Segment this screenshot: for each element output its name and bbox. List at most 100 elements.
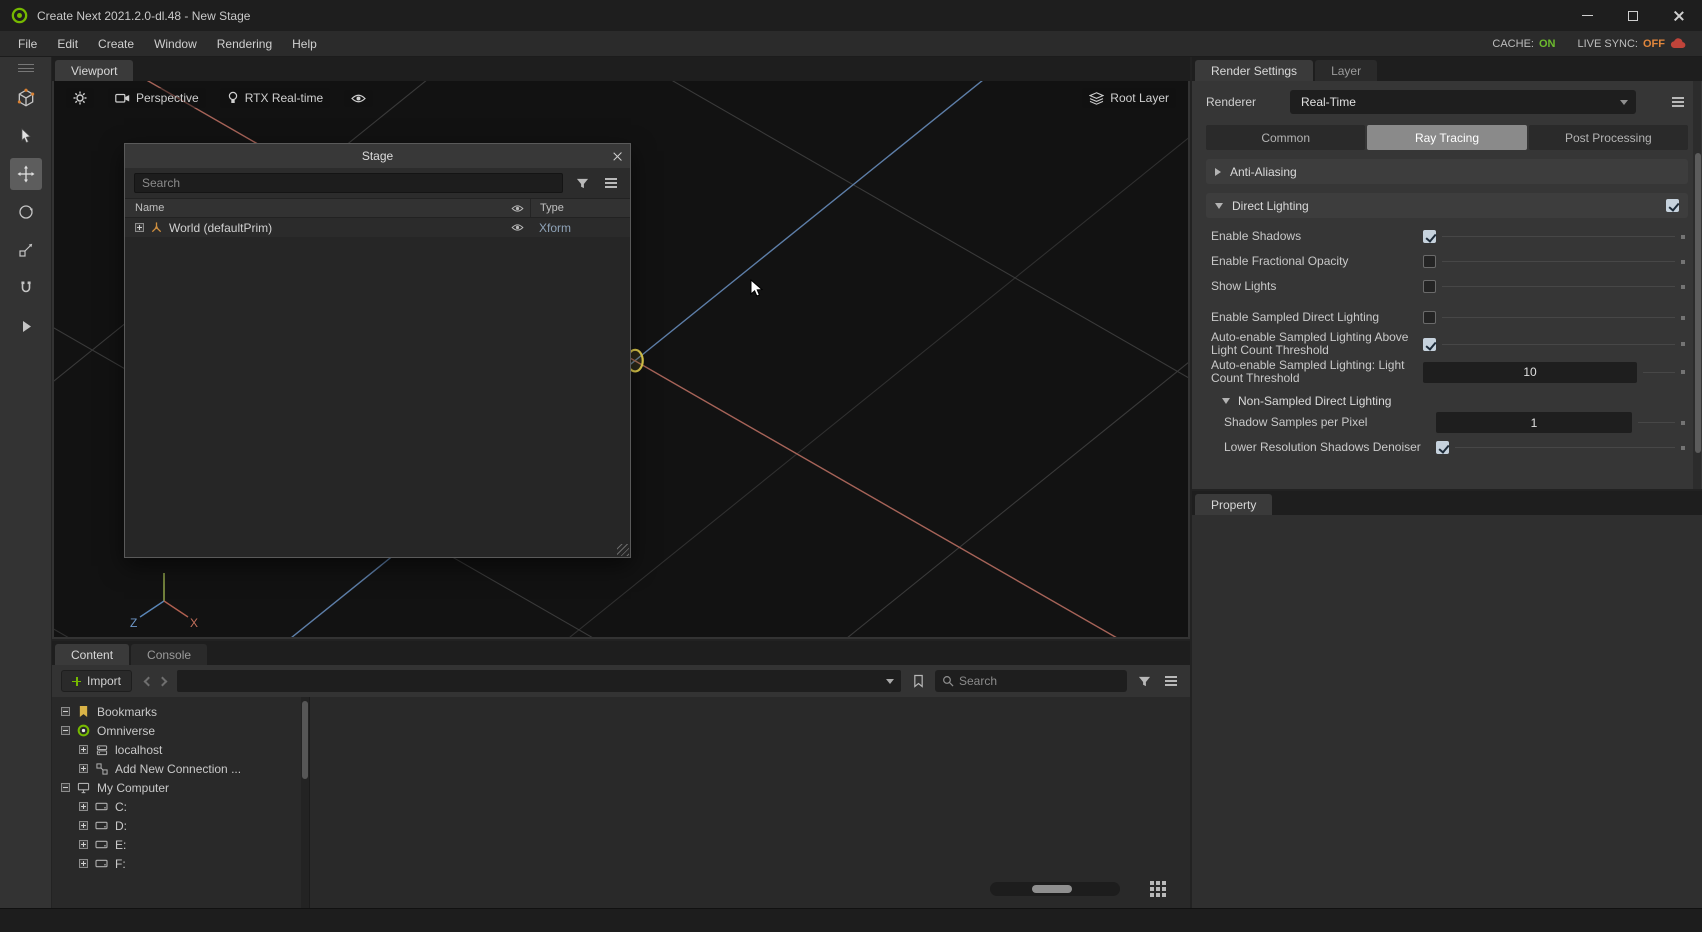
tab-post-processing[interactable]: Post Processing <box>1529 125 1688 150</box>
column-name[interactable]: Name <box>125 202 504 214</box>
tree-item-add-new-connection[interactable]: Add New Connection ... <box>52 759 301 778</box>
reset-indicator[interactable] <box>1681 285 1685 289</box>
tab-layer[interactable]: Layer <box>1315 60 1377 81</box>
import-button[interactable]: Import <box>61 670 132 692</box>
tab-viewport[interactable]: Viewport <box>55 60 133 81</box>
tab-common[interactable]: Common <box>1206 125 1365 150</box>
tree-scrollbar[interactable] <box>301 697 309 908</box>
tree-item-drive-f[interactable]: F: <box>52 854 301 873</box>
content-filter-button[interactable] <box>1134 671 1154 691</box>
tab-console[interactable]: Console <box>131 644 207 665</box>
path-dropdown-arrow[interactable] <box>886 679 894 684</box>
scale-tool-button[interactable] <box>10 234 42 266</box>
reset-indicator[interactable] <box>1681 446 1685 450</box>
play-button[interactable] <box>10 310 42 342</box>
expand-toggle[interactable] <box>79 802 88 811</box>
viewport-settings-button[interactable] <box>66 88 94 108</box>
reset-indicator[interactable] <box>1681 235 1685 239</box>
expand-toggle[interactable] <box>79 821 88 830</box>
expand-toggle[interactable] <box>79 764 88 773</box>
scrollbar-thumb[interactable] <box>1695 153 1701 453</box>
expand-toggle[interactable] <box>135 223 144 232</box>
tab-render-settings[interactable]: Render Settings <box>1195 60 1313 81</box>
back-button[interactable] <box>144 676 154 686</box>
visibility-button[interactable] <box>344 90 373 107</box>
path-bar[interactable] <box>177 670 901 692</box>
auto-enable-sampled-lighting-checkbox[interactable] <box>1423 338 1436 351</box>
enable-fractional-opacity-checkbox[interactable] <box>1423 255 1436 268</box>
stage-resize-grip[interactable] <box>617 544 629 556</box>
scrollbar-thumb[interactable] <box>302 701 308 779</box>
menu-edit[interactable]: Edit <box>47 37 88 51</box>
reset-indicator[interactable] <box>1681 370 1685 374</box>
column-visibility[interactable] <box>504 204 530 213</box>
expand-toggle[interactable] <box>79 859 88 868</box>
tab-content[interactable]: Content <box>55 644 129 665</box>
render-mode-dropdown[interactable]: RTX Real-time <box>220 88 330 108</box>
live-sync-status[interactable]: LIVE SYNC: OFF <box>1577 38 1686 50</box>
viewport-canvas[interactable]: Perspective RTX Real-time <box>54 81 1188 637</box>
bookmark-button[interactable] <box>908 671 928 691</box>
shadow-samples-field[interactable]: 1 <box>1436 412 1632 433</box>
reset-indicator[interactable] <box>1681 260 1685 264</box>
expand-toggle[interactable] <box>79 840 88 849</box>
cursor-tool-button[interactable] <box>10 120 42 152</box>
stage-row-world[interactable]: World (defaultPrim) Xform <box>125 218 630 237</box>
forward-button[interactable] <box>158 676 168 686</box>
reset-indicator[interactable] <box>1681 316 1685 320</box>
menu-window[interactable]: Window <box>144 37 207 51</box>
content-options-button[interactable] <box>1161 671 1181 691</box>
move-tool-button[interactable] <box>10 158 42 190</box>
tree-item-omniverse[interactable]: Omniverse <box>52 721 301 740</box>
enable-sampled-direct-lighting-checkbox[interactable] <box>1423 311 1436 324</box>
close-button[interactable] <box>1656 0 1702 31</box>
tree-item-drive-e[interactable]: E: <box>52 835 301 854</box>
slider-thumb[interactable] <box>1032 885 1072 893</box>
tree-item-localhost[interactable]: localhost <box>52 740 301 759</box>
stage-titlebar[interactable]: Stage <box>125 144 630 168</box>
maximize-button[interactable] <box>1610 0 1656 31</box>
content-search[interactable] <box>935 670 1127 692</box>
reset-indicator[interactable] <box>1681 342 1685 346</box>
tree-item-drive-c[interactable]: C: <box>52 797 301 816</box>
rotate-tool-button[interactable] <box>10 196 42 228</box>
menu-create[interactable]: Create <box>88 37 144 51</box>
lower-resolution-shadows-denoiser-checkbox[interactable] <box>1436 441 1449 454</box>
view-mode-button[interactable] <box>1148 879 1168 899</box>
stage-search-input[interactable] <box>134 173 563 193</box>
content-search-input[interactable] <box>959 674 1120 688</box>
renderer-dropdown[interactable]: Real-Time <box>1290 90 1636 114</box>
reset-indicator[interactable] <box>1681 421 1685 425</box>
thumbnail-zoom-slider[interactable] <box>990 882 1120 896</box>
collapse-toggle[interactable] <box>61 726 70 735</box>
stage-filter-button[interactable] <box>572 173 592 193</box>
tree-item-my-computer[interactable]: My Computer <box>52 778 301 797</box>
section-direct-lighting[interactable]: Direct Lighting <box>1206 193 1688 218</box>
section-non-sampled-direct-lighting[interactable]: Non-Sampled Direct Lighting <box>1222 394 1688 408</box>
minimize-button[interactable] <box>1564 0 1610 31</box>
expand-toggle[interactable] <box>79 745 88 754</box>
collapse-toggle[interactable] <box>61 783 70 792</box>
render-options-button[interactable] <box>1668 92 1688 112</box>
tab-ray-tracing[interactable]: Ray Tracing <box>1367 125 1526 150</box>
selection-mode-button[interactable] <box>10 82 42 114</box>
file-grid-area[interactable] <box>309 697 1190 908</box>
tree-item-bookmarks[interactable]: Bookmarks <box>52 702 301 721</box>
light-count-threshold-field[interactable]: 10 <box>1423 362 1637 383</box>
root-layer-dropdown[interactable]: Root Layer <box>1082 88 1176 108</box>
collapse-toggle[interactable] <box>61 707 70 716</box>
menu-rendering[interactable]: Rendering <box>207 37 282 51</box>
visibility-toggle[interactable] <box>504 223 530 232</box>
stage-close-button[interactable] <box>611 150 623 162</box>
show-lights-checkbox[interactable] <box>1423 280 1436 293</box>
tab-property[interactable]: Property <box>1195 494 1272 515</box>
menu-help[interactable]: Help <box>282 37 327 51</box>
stage-options-button[interactable] <box>601 173 621 193</box>
menu-file[interactable]: File <box>8 37 47 51</box>
toolbar-drag-handle[interactable] <box>18 64 34 72</box>
tree-item-drive-d[interactable]: D: <box>52 816 301 835</box>
column-type[interactable]: Type <box>530 199 630 217</box>
enable-shadows-checkbox[interactable] <box>1423 230 1436 243</box>
direct-lighting-checkbox[interactable] <box>1666 199 1679 212</box>
snap-tool-button[interactable] <box>10 272 42 304</box>
